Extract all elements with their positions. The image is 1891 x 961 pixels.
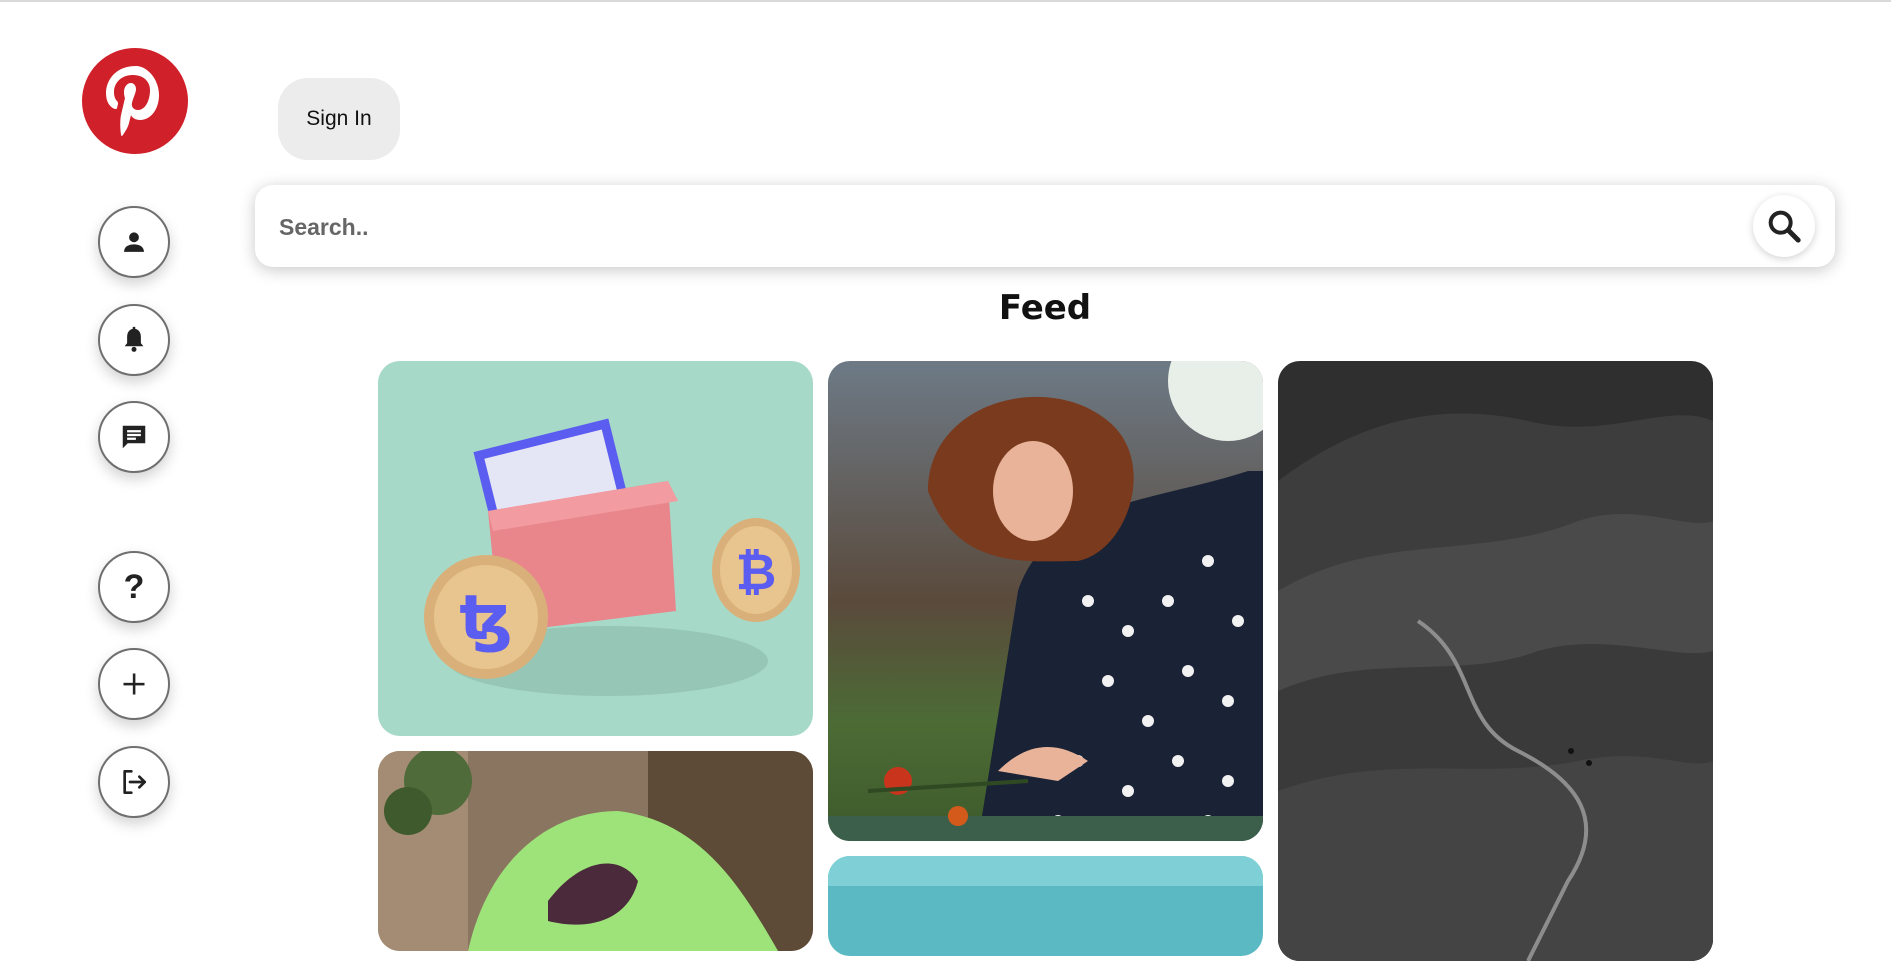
question-icon: ? xyxy=(116,569,152,605)
sidebar-item-create[interactable] xyxy=(98,648,170,720)
svg-text:₿: ₿ xyxy=(736,543,777,601)
pin-image xyxy=(1278,361,1713,961)
search-input[interactable] xyxy=(277,201,1681,253)
search-bar xyxy=(255,185,1835,267)
pin-image xyxy=(828,361,1263,841)
pinterest-logo-icon xyxy=(106,66,159,136)
search-button[interactable] xyxy=(1753,195,1815,257)
sign-in-button[interactable]: Sign In xyxy=(278,78,400,160)
pin-mesh-bag[interactable] xyxy=(378,751,813,951)
person-icon xyxy=(116,224,152,260)
pin-image xyxy=(828,856,1263,956)
window-top-border xyxy=(0,0,1891,2)
pin-woman-roses[interactable] xyxy=(828,361,1263,841)
question-glyph: ? xyxy=(123,568,145,606)
pin-image xyxy=(378,751,813,951)
pin-turquoise-water[interactable] xyxy=(828,856,1263,956)
logout-icon xyxy=(116,764,152,800)
sidebar-item-help[interactable]: ? xyxy=(98,551,170,623)
pin-image: ꜩ ₿ xyxy=(378,361,813,736)
pinterest-logo[interactable] xyxy=(82,48,188,154)
pin-bw-hills[interactable] xyxy=(1278,361,1713,961)
sidebar-item-messages[interactable] xyxy=(98,401,170,473)
chat-icon xyxy=(116,419,152,455)
feed-title: Feed xyxy=(998,288,1092,328)
sidebar-item-logout[interactable] xyxy=(98,746,170,818)
plus-icon xyxy=(116,666,152,702)
sidebar-item-profile[interactable] xyxy=(98,206,170,278)
search-icon xyxy=(1768,210,1801,243)
svg-text:ꜩ: ꜩ xyxy=(459,581,512,654)
pin-crypto-wallet[interactable]: ꜩ ₿ xyxy=(378,361,813,736)
